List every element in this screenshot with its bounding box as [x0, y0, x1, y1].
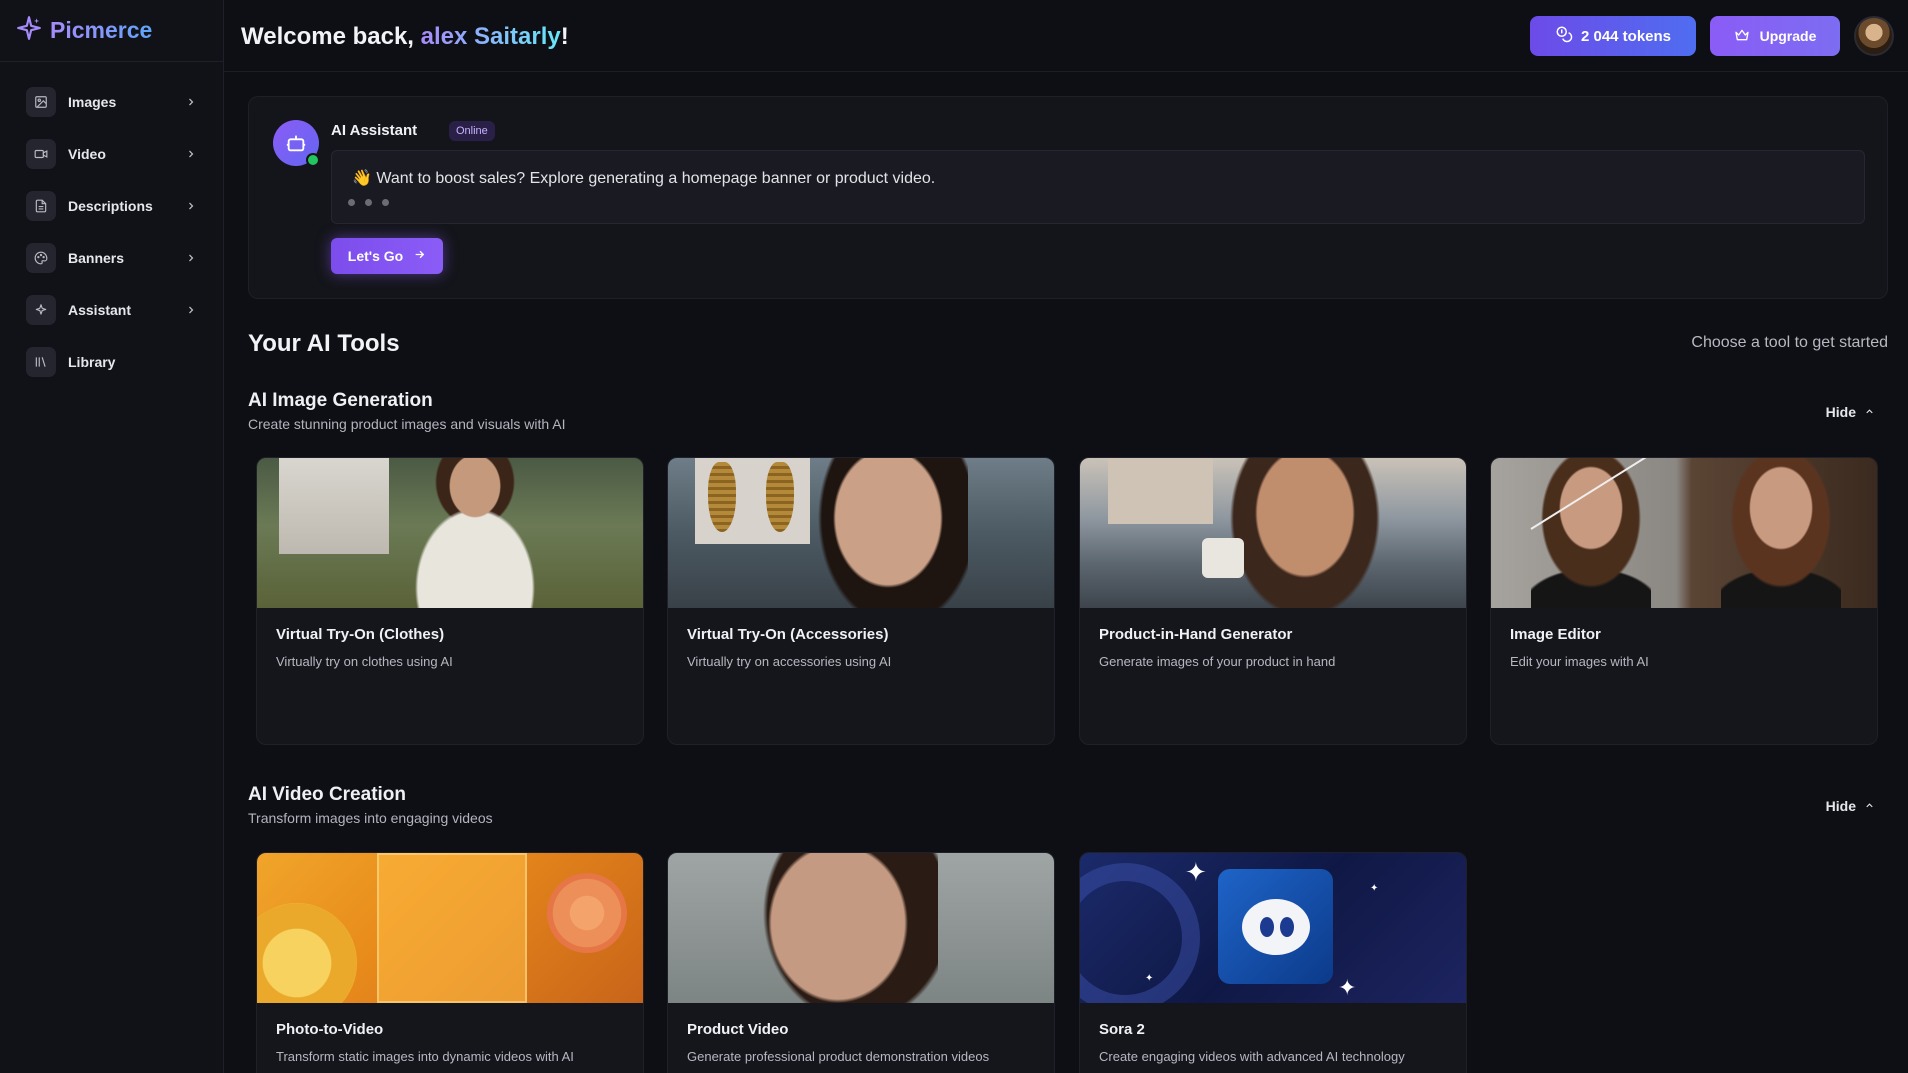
- upgrade-label: Upgrade: [1759, 28, 1817, 44]
- card-description: Create engaging videos with advanced AI …: [1099, 1049, 1405, 1064]
- chevron-up-icon: [1864, 404, 1875, 420]
- section-title-video-creation: AI Video Creation: [248, 784, 407, 805]
- user-avatar[interactable]: [1854, 16, 1894, 56]
- tool-card-virtual-try-on-clothes[interactable]: Virtual Try-On (Clothes) Virtually try o…: [256, 457, 644, 745]
- welcome-heading: Welcome back, alex Saitarly!: [241, 23, 569, 51]
- card-description: Generate images of your product in hand: [1099, 654, 1336, 669]
- card-description: Transform static images into dynamic vid…: [276, 1049, 574, 1064]
- brand[interactable]: Picmerce: [0, 0, 223, 62]
- card-title: Product-in-Hand Generator: [1099, 626, 1293, 643]
- welcome-prefix: Welcome back,: [241, 23, 421, 50]
- section-subtitle-video-creation: Transform images into engaging videos: [248, 810, 493, 826]
- coins-icon: [1555, 25, 1573, 47]
- section-subtitle-image-generation: Create stunning product images and visua…: [248, 416, 566, 432]
- tokens-label: 2 044 tokens: [1580, 27, 1672, 45]
- hide-label: Hide: [1825, 404, 1856, 420]
- tool-card-product-in-hand[interactable]: Product-in-Hand Generator Generate image…: [1079, 457, 1467, 745]
- card-title: Photo-to-Video: [276, 1021, 384, 1038]
- sora-app-icon: [1218, 869, 1333, 984]
- upgrade-button[interactable]: Upgrade: [1710, 16, 1840, 56]
- card-description: Virtually try on clothes using AI: [276, 654, 453, 669]
- hide-image-generation-button[interactable]: Hide: [1826, 404, 1875, 420]
- sidebar-item-assistant[interactable]: Assistant: [26, 290, 197, 330]
- tool-card-image-editor[interactable]: Image Editor Edit your images with AI: [1490, 457, 1878, 745]
- sidebar-item-label: Banners: [68, 250, 125, 266]
- lets-go-button[interactable]: Let's Go: [331, 238, 443, 274]
- main-content: AI Assistant Online 👋 Want to boost sale…: [224, 72, 1908, 1073]
- sidebar-item-video[interactable]: Video: [26, 134, 197, 174]
- card-title: Virtual Try-On (Accessories): [687, 626, 889, 643]
- tools-hint: Choose a tool to get started: [1691, 334, 1888, 351]
- status-badge: Online: [449, 121, 495, 141]
- library-icon: [26, 347, 56, 377]
- tool-card-photo-to-video[interactable]: Photo-to-Video Transform static images i…: [256, 852, 644, 1073]
- card-image: [257, 853, 643, 1003]
- card-image: [257, 458, 643, 608]
- section-title-image-generation: AI Image Generation: [248, 390, 433, 411]
- hide-label: Hide: [1825, 798, 1856, 814]
- brand-name: Picmerce: [50, 17, 153, 43]
- card-image: [1491, 458, 1877, 608]
- sparkles-icon: [26, 295, 56, 325]
- chevron-right-icon: [185, 147, 197, 165]
- card-image: [668, 853, 1054, 1003]
- hide-video-creation-button[interactable]: Hide: [1826, 798, 1875, 814]
- assistant-card: AI Assistant Online 👋 Want to boost sale…: [248, 96, 1888, 299]
- tool-card-virtual-try-on-accessories[interactable]: Virtual Try-On (Accessories) Virtually t…: [667, 457, 1055, 745]
- chevron-right-icon: [185, 303, 197, 321]
- card-image: [668, 458, 1054, 608]
- sparkle-icon: [16, 15, 42, 46]
- assistant-message-text: 👋 Want to boost sales? Explore generatin…: [352, 170, 936, 187]
- tokens-button[interactable]: 2 044 tokens: [1530, 16, 1696, 56]
- top-header: Welcome back, alex Saitarly! 2 044 token…: [224, 0, 1908, 72]
- sidebar-item-library[interactable]: Library: [26, 342, 197, 382]
- sidebar-item-label: Images: [68, 94, 117, 110]
- assistant-message: 👋 Want to boost sales? Explore generatin…: [331, 150, 1865, 224]
- sidebar: Picmerce Images Video Descriptions Banne…: [0, 0, 224, 1073]
- card-image: ✦ ✦ ✦ ✦: [1080, 853, 1466, 1003]
- card-title: Sora 2: [1099, 1021, 1145, 1038]
- tool-card-sora-2[interactable]: ✦ ✦ ✦ ✦ Sora 2 Create engaging videos wi…: [1079, 852, 1467, 1073]
- sidebar-item-label: Descriptions: [68, 198, 153, 214]
- card-title: Product Video: [687, 1021, 789, 1038]
- sidebar-item-label: Assistant: [68, 302, 132, 318]
- user-name: alex Saitarly: [420, 23, 561, 50]
- card-description: Edit your images with AI: [1510, 654, 1649, 669]
- chevron-right-icon: [185, 199, 197, 217]
- palette-icon: [26, 243, 56, 273]
- card-description: Virtually try on accessories using AI: [687, 654, 892, 669]
- online-indicator: [306, 153, 320, 167]
- arrow-right-icon: [413, 248, 426, 264]
- chevron-up-icon: [1864, 798, 1875, 814]
- image-icon: [26, 87, 56, 117]
- card-title: Image Editor: [1510, 626, 1601, 643]
- card-image: [1080, 458, 1466, 608]
- crown-icon: [1734, 27, 1750, 46]
- chevron-right-icon: [185, 251, 197, 269]
- lets-go-label: Let's Go: [347, 248, 404, 264]
- sidebar-nav: Images Video Descriptions Banners Assist…: [0, 62, 223, 382]
- tool-card-product-video[interactable]: Product Video Generate professional prod…: [667, 852, 1055, 1073]
- typing-indicator: [348, 199, 389, 206]
- chevron-right-icon: [185, 95, 197, 113]
- welcome-suffix: !: [560, 23, 569, 50]
- document-icon: [26, 191, 56, 221]
- sidebar-item-descriptions[interactable]: Descriptions: [26, 186, 197, 226]
- assistant-name: AI Assistant: [331, 122, 418, 139]
- tools-title: Your AI Tools: [248, 330, 400, 357]
- sidebar-item-label: Video: [68, 146, 106, 162]
- card-description: Generate professional product demonstrat…: [687, 1049, 990, 1064]
- sidebar-item-banners[interactable]: Banners: [26, 238, 197, 278]
- card-title: Virtual Try-On (Clothes): [276, 626, 445, 643]
- video-icon: [26, 139, 56, 169]
- sidebar-item-images[interactable]: Images: [26, 82, 197, 122]
- sidebar-item-label: Library: [68, 354, 116, 370]
